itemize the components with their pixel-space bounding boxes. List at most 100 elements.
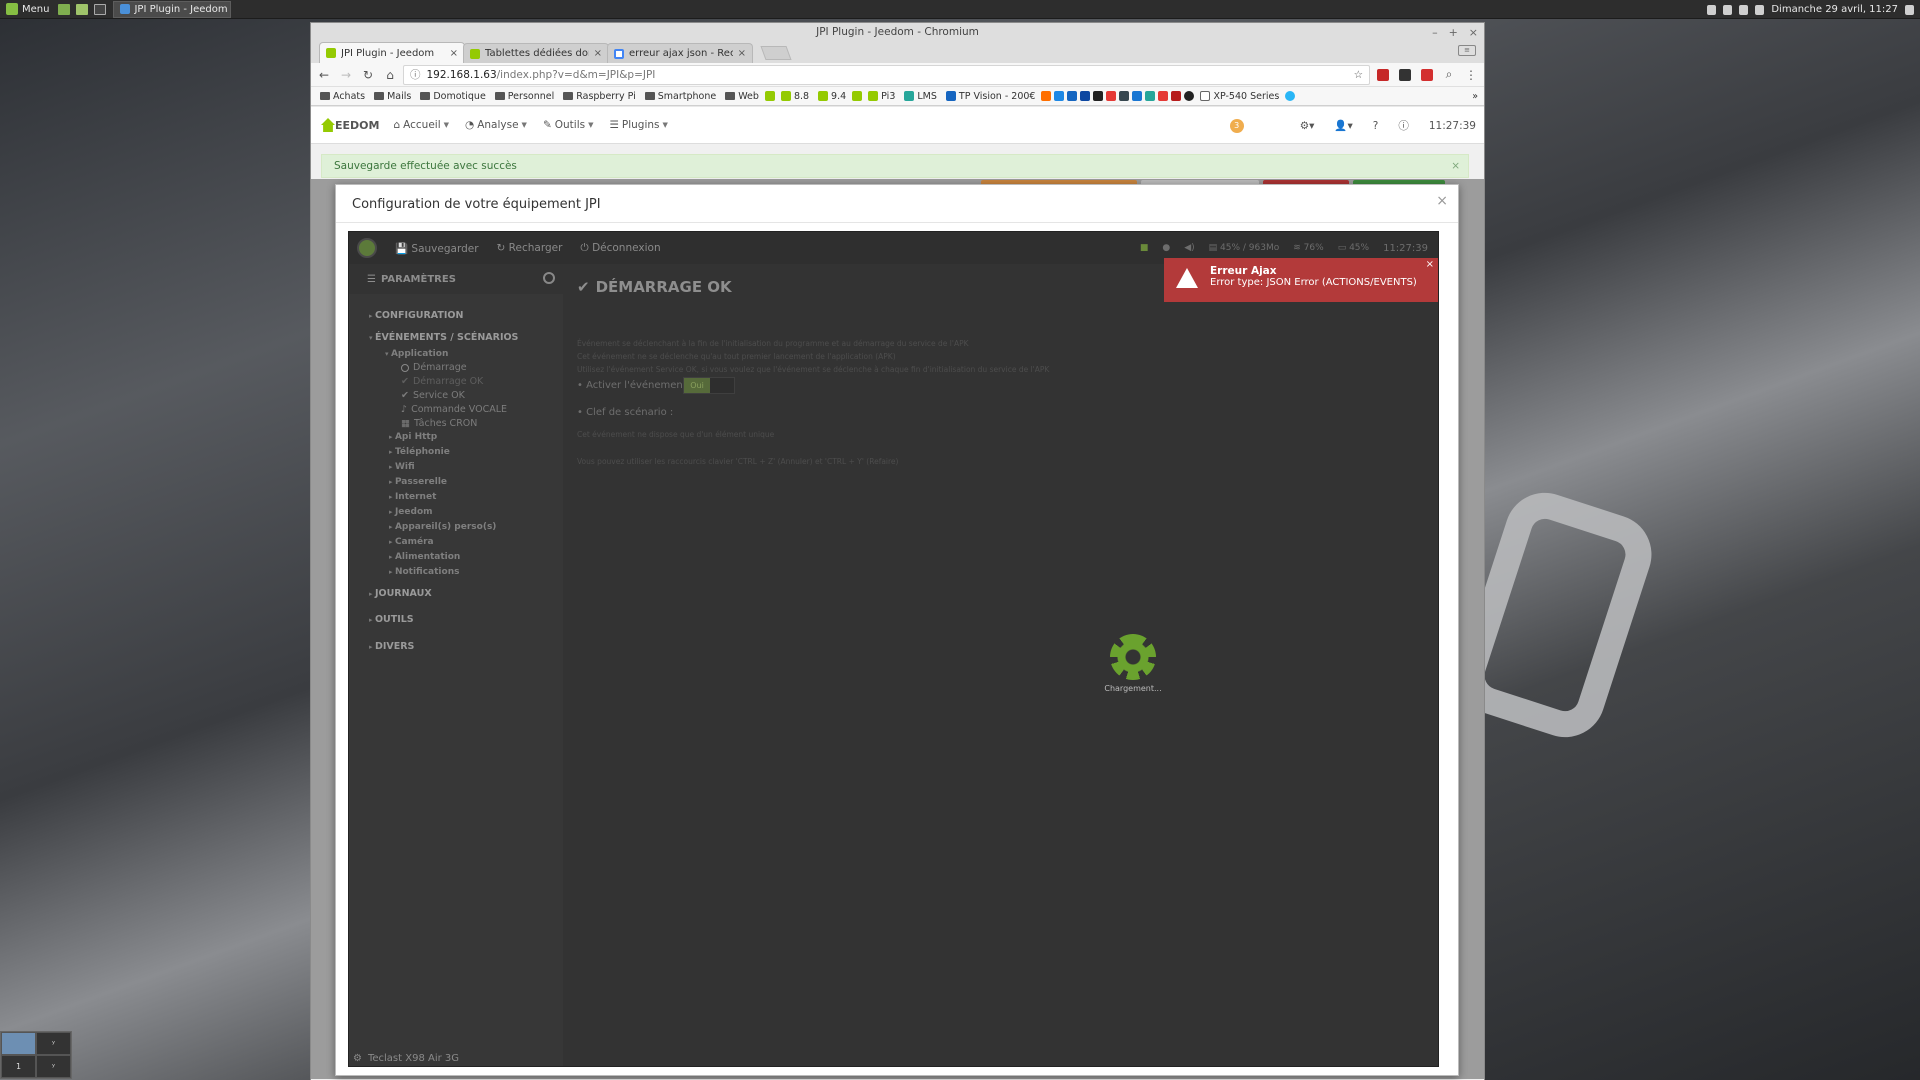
sidebar-item-journaux[interactable]: ▸ JOURNAUX <box>369 588 432 599</box>
sidebar-item-outils[interactable]: ▸ OUTILS <box>369 614 414 625</box>
sidebar-sub-internet[interactable]: ▸ Internet <box>389 492 436 502</box>
youtube-bookmark-icon[interactable] <box>1158 91 1169 101</box>
bookmark-icon[interactable] <box>1285 91 1296 101</box>
close-icon[interactable]: × <box>1469 23 1478 42</box>
orange-bookmark-icon[interactable] <box>1041 91 1052 101</box>
error-close-button[interactable]: × <box>1426 259 1434 270</box>
activate-event-toggle[interactable]: Oui <box>683 377 735 394</box>
jeedom-bookmark-icon[interactable] <box>852 91 863 101</box>
user-icon[interactable] <box>1739 4 1749 15</box>
nav-accueil[interactable]: ⌂ Accueil ▼ <box>393 119 449 131</box>
workspace-1[interactable] <box>1 1032 36 1055</box>
bookmark-icon[interactable] <box>1132 91 1143 101</box>
sidebar-sub-passerelle[interactable]: ▸ Passerelle <box>389 477 447 487</box>
sidebar-sub-application[interactable]: ▾ Application <box>385 349 448 359</box>
help-icon[interactable]: ? <box>1373 120 1379 132</box>
speaker-icon[interactable]: ◀) <box>1184 243 1194 253</box>
spotify-bookmark-icon[interactable] <box>1184 91 1195 101</box>
reload-icon[interactable]: ↻ <box>359 66 377 84</box>
nav-outils[interactable]: ✎ Outils ▼ <box>543 119 594 131</box>
reload-button[interactable]: ↻ Recharger <box>497 242 563 254</box>
workspace-3[interactable]: 1 <box>1 1055 36 1078</box>
nav-analyse[interactable]: ◔ Analyse ▼ <box>465 119 527 131</box>
search-icon[interactable]: ⌕ <box>1440 66 1458 84</box>
address-bar[interactable]: ⓘ 192.168.1.63/index.php?v=d&m=JPI&p=JPI… <box>403 64 1370 85</box>
tab-close-icon[interactable]: × <box>738 48 746 59</box>
netflix-bookmark-icon[interactable] <box>1171 91 1182 101</box>
sidebar-sub-api-http[interactable]: ▸ Api Http <box>389 432 437 442</box>
workspace-switcher[interactable]: ʸ 1 ʸ <box>0 1031 72 1079</box>
bookmark-smartphone[interactable]: Smartphone <box>642 91 719 102</box>
tab-jpi-plugin[interactable]: JPI Plugin - Jeedom × <box>319 42 465 63</box>
forward-icon[interactable]: → <box>337 66 355 84</box>
taskbar-window-chromium[interactable]: JPI Plugin - Jeedom - ... <box>113 0 232 18</box>
app-home-icon[interactable] <box>357 238 377 258</box>
info-circle-icon[interactable]: ⓘ <box>1398 118 1409 133</box>
amazon-bookmark-icon[interactable] <box>1093 91 1104 101</box>
bookmarks-more-button[interactable]: » <box>1472 91 1478 102</box>
jeedom-bookmark-icon[interactable] <box>764 91 775 101</box>
nav-plugins[interactable]: ☰ Plugins ▼ <box>609 119 667 131</box>
bookmark-achats[interactable]: Achats <box>317 91 368 102</box>
mail-extension-icon[interactable] <box>1421 68 1433 81</box>
new-tab-button[interactable] <box>760 46 792 60</box>
bookmark-tp-vision[interactable]: TP Vision - 200€ <box>943 91 1039 102</box>
sidebar-sub-notifications[interactable]: ▸ Notifications <box>389 567 459 577</box>
file-manager-icon[interactable] <box>76 3 89 15</box>
sidebar-leaf-demarrage-ok[interactable]: ✔ Démarrage OK <box>401 376 483 387</box>
bookmark-star-icon[interactable]: ☆ <box>1354 69 1363 81</box>
alert-close-button[interactable]: × <box>1451 155 1460 177</box>
bank-bookmark-icon[interactable] <box>1119 91 1130 101</box>
bookmark-personnel[interactable]: Personnel <box>492 91 557 102</box>
sidebar-sub-wifi[interactable]: ▸ Wifi <box>389 462 415 472</box>
collapse-circle-icon[interactable] <box>543 272 555 284</box>
bookmark-9-4[interactable]: 9.4 <box>815 91 849 102</box>
settings-cogs-icon[interactable]: ⚙▾ <box>1300 120 1315 132</box>
sidebar-leaf-demarrage[interactable]: Démarrage <box>401 362 467 373</box>
shield-icon[interactable] <box>1723 4 1733 15</box>
chat-icon[interactable]: ● <box>1162 243 1170 253</box>
pen-icon[interactable] <box>1755 4 1765 15</box>
message-count-badge[interactable]: 3 <box>1229 118 1244 133</box>
ovh-bookmark-icon[interactable] <box>1080 91 1091 101</box>
bookmark-icon[interactable] <box>1145 91 1156 101</box>
volume-icon[interactable] <box>1905 4 1914 15</box>
sidebar-leaf-service-ok[interactable]: ✔ Service OK <box>401 390 465 401</box>
sidebar-sub-jeedom[interactable]: ▸ Jeedom <box>389 507 433 517</box>
sidebar-leaf-commande-vocale[interactable]: ♪ Commande VOCALE <box>401 404 507 415</box>
ovh-bookmark-icon[interactable] <box>1067 91 1078 101</box>
show-desktop-icon[interactable] <box>58 3 71 15</box>
tab-close-icon[interactable]: × <box>450 48 458 59</box>
tab-tablettes[interactable]: Tablettes dédiées dom × <box>463 43 609 63</box>
jeedom-logo[interactable]: EEDOM <box>321 118 379 132</box>
menu-kebab-icon[interactable]: ⋮ <box>1462 66 1480 84</box>
tab-google-search[interactable]: erreur ajax json - Reche × <box>607 43 753 63</box>
workspace-2[interactable]: ʸ <box>36 1032 71 1055</box>
game-bookmark-icon[interactable] <box>1106 91 1117 101</box>
sidebar-item-configuration[interactable]: ▸ CONFIGURATION <box>369 310 463 321</box>
window-titlebar[interactable]: JPI Plugin - Jeedom - Chromium – + × <box>311 23 1484 42</box>
bookmark-domotique[interactable]: Domotique <box>417 91 488 102</box>
bookmark-mails[interactable]: Mails <box>371 91 414 102</box>
sidebar-leaf-taches-cron[interactable]: ▦ Tâches CRON <box>401 418 477 429</box>
camera-icon[interactable]: ■ <box>1140 243 1149 253</box>
bookmark-8-8[interactable]: 8.8 <box>778 91 812 102</box>
user-menu-icon[interactable]: 👤▾ <box>1334 119 1352 132</box>
workspace-4[interactable]: ʸ <box>36 1055 71 1078</box>
terminal-icon[interactable] <box>94 3 107 15</box>
bookmark-xp-540[interactable]: XP-540 Series <box>1197 91 1282 102</box>
maximize-icon[interactable]: + <box>1449 23 1458 42</box>
sidebar-sub-camera[interactable]: ▸ Caméra <box>389 537 434 547</box>
sidebar-sub-appareils[interactable]: ▸ Appareil(s) perso(s) <box>389 522 496 532</box>
tab-close-icon[interactable]: × <box>594 48 602 59</box>
sidebar-item-events[interactable]: ▾ ÉVÉNEMENTS / SCÉNARIOS <box>369 332 518 343</box>
outlook-bookmark-icon[interactable] <box>1054 91 1065 101</box>
sidebar-item-divers[interactable]: ▸ DIVERS <box>369 641 414 652</box>
extension-icon[interactable] <box>1399 68 1411 81</box>
back-icon[interactable]: ← <box>315 66 333 84</box>
profile-icon[interactable]: ≡ <box>1458 45 1476 56</box>
save-button[interactable]: 💾 Sauvegarder <box>395 242 479 255</box>
clipboard-icon[interactable] <box>1707 4 1717 15</box>
bookmark-pi3[interactable]: Pi3 <box>865 91 898 102</box>
minimize-icon[interactable]: – <box>1432 23 1438 42</box>
